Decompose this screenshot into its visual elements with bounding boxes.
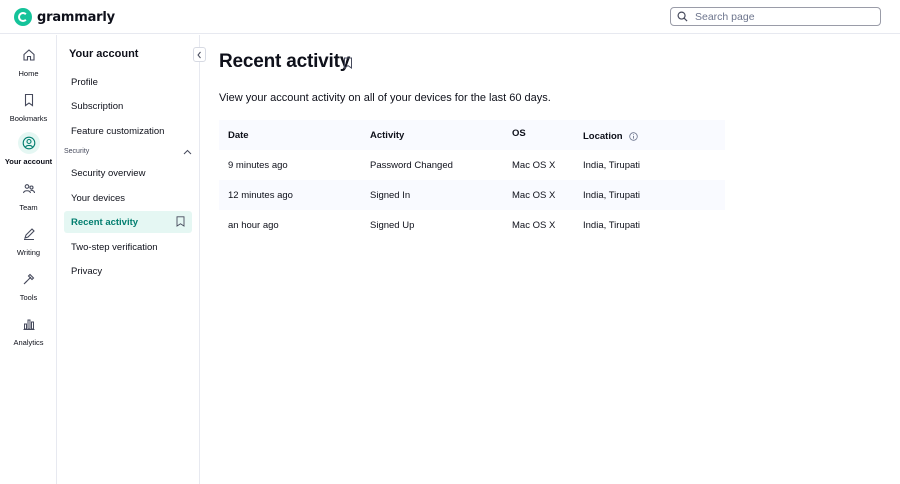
rail-label-team: Team	[19, 203, 38, 212]
nav-item-profile[interactable]: Profile	[64, 71, 192, 93]
rail-item-tools[interactable]: Tools	[0, 268, 57, 308]
chevron-up-icon	[183, 149, 192, 154]
team-icon	[18, 178, 40, 200]
cell-location: India, Tirupati	[583, 159, 641, 171]
rail-item-team[interactable]: Team	[0, 178, 57, 218]
cell-activity: Signed Up	[370, 219, 415, 231]
nav-item-label: Privacy	[71, 265, 103, 277]
bookmark-icon	[18, 89, 40, 111]
cell-location: India, Tirupati	[583, 189, 641, 201]
pen-icon	[18, 223, 40, 245]
column-header-date: Date	[228, 129, 249, 141]
cell-os: Mac OS X	[512, 219, 556, 231]
column-header-activity: Activity	[370, 129, 405, 141]
nav-item-recent-activity[interactable]: Recent activity	[64, 211, 192, 233]
search-input[interactable]	[695, 10, 865, 23]
user-icon	[17, 132, 40, 154]
rail-item-bookmarks[interactable]: Bookmarks	[0, 89, 57, 129]
column-header-os: OS	[512, 127, 526, 139]
analytics-icon	[18, 313, 40, 335]
rail-item-analytics[interactable]: Analytics	[0, 313, 57, 353]
nav-item-two-step-verification[interactable]: Two-step verification	[64, 236, 192, 258]
rail-label-your-account: Your account	[4, 157, 53, 166]
cell-activity: Password Changed	[370, 159, 453, 171]
info-icon[interactable]	[628, 131, 638, 141]
column-header-location: Location	[583, 121, 638, 151]
rail-label-home: Home	[18, 69, 39, 78]
cell-os: Mac OS X	[512, 159, 556, 171]
cell-location: India, Tirupati	[583, 219, 641, 231]
rail-label-analytics: Analytics	[13, 338, 44, 347]
nav-item-label: Feature customization	[71, 125, 165, 137]
bookmark-page-icon[interactable]	[343, 57, 353, 69]
nav-item-label: Subscription	[71, 100, 124, 112]
nav-item-label: Two-step verification	[71, 241, 158, 253]
cell-date: an hour ago	[228, 219, 279, 231]
cell-date: 9 minutes ago	[228, 159, 288, 171]
tools-icon	[18, 268, 40, 290]
rail-label-writing: Writing	[16, 248, 41, 257]
security-section-label: Security	[64, 148, 90, 155]
left-rail: Home Bookmarks Your account Team Writing…	[0, 35, 57, 484]
table-row: an hour ago Signed Up Mac OS X India, Ti…	[219, 210, 725, 240]
table-header-row: Date Activity OS Location	[219, 120, 725, 150]
rail-item-writing[interactable]: Writing	[0, 223, 57, 263]
app-name: grammarly	[37, 9, 115, 25]
nav-item-label: Profile	[71, 76, 98, 88]
nav-item-feature-customization[interactable]: Feature customization	[64, 120, 192, 142]
top-bar: grammarly	[0, 0, 900, 34]
activity-table: Date Activity OS Location 9 minutes ago …	[219, 120, 725, 240]
home-icon	[18, 44, 40, 66]
grammarly-logo[interactable]: grammarly	[14, 8, 115, 26]
account-nav-title: Your account	[69, 48, 139, 60]
rail-item-your-account[interactable]: Your account	[0, 132, 57, 172]
bookmark-icon[interactable]	[176, 216, 185, 227]
nav-item-subscription[interactable]: Subscription	[64, 95, 192, 117]
nav-item-your-devices[interactable]: Your devices	[64, 187, 192, 209]
nav-item-label: Your devices	[71, 192, 126, 204]
search-icon	[677, 11, 688, 22]
account-nav: Your account Profile Subscription Featur…	[57, 35, 206, 484]
main-content: Recent activity View your account activi…	[200, 35, 900, 484]
nav-item-privacy[interactable]: Privacy	[64, 260, 192, 282]
cell-date: 12 minutes ago	[228, 189, 293, 201]
rail-label-tools: Tools	[19, 293, 38, 302]
security-section-toggle[interactable]: Security	[64, 148, 192, 155]
table-row: 9 minutes ago Password Changed Mac OS X …	[219, 150, 725, 180]
table-row: 12 minutes ago Signed In Mac OS X India,…	[219, 180, 725, 210]
page-title: Recent activity	[219, 51, 351, 72]
grammarly-logo-icon	[14, 8, 32, 26]
rail-item-home[interactable]: Home	[0, 44, 57, 84]
search-box[interactable]	[670, 7, 881, 26]
cell-os: Mac OS X	[512, 189, 556, 201]
rail-label-bookmarks: Bookmarks	[9, 114, 48, 123]
cell-activity: Signed In	[370, 189, 411, 201]
nav-item-label: Recent activity	[71, 216, 139, 228]
nav-item-label: Security overview	[71, 167, 146, 179]
nav-item-security-overview[interactable]: Security overview	[64, 162, 192, 184]
column-header-location-label: Location	[583, 130, 623, 142]
page-description: View your account activity on all of you…	[219, 92, 551, 104]
